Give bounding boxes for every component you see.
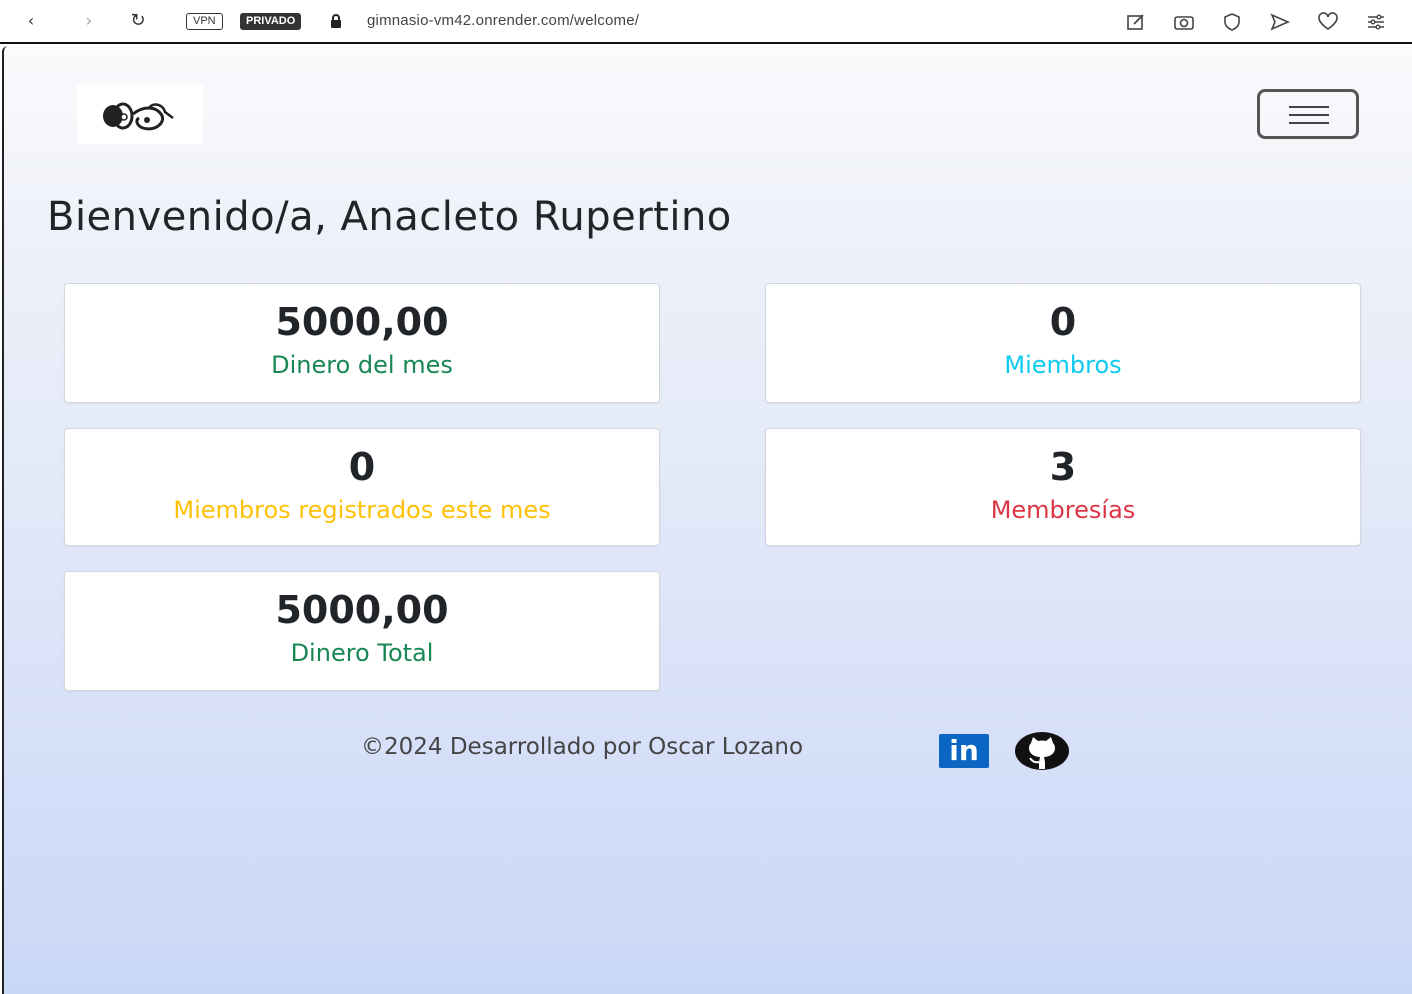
browser-toolbar: ‹ › ↻ VPN PRIVADO gimnasio-vm42.onrender… bbox=[0, 0, 1412, 44]
stat-value: 5000,00 bbox=[275, 300, 449, 344]
settings-sliders-icon[interactable] bbox=[1365, 11, 1387, 33]
gym-logo[interactable] bbox=[77, 84, 203, 144]
stat-label: Dinero del mes bbox=[271, 351, 453, 379]
dumbbell-logo-icon bbox=[103, 102, 174, 131]
back-icon[interactable]: ‹ bbox=[20, 10, 42, 32]
menu-toggle-button[interactable] bbox=[1257, 89, 1359, 139]
stat-label: Miembros bbox=[1004, 351, 1122, 379]
stat-value: 3 bbox=[1049, 445, 1077, 489]
stat-label: Miembros registrados este mes bbox=[173, 496, 551, 524]
page-body: Bienvenido/a, Anacleto Rupertino 5000,00… bbox=[2, 46, 1412, 994]
hamburger-icon bbox=[1289, 106, 1329, 124]
stat-value: 0 bbox=[348, 445, 376, 489]
forward-icon[interactable]: › bbox=[78, 10, 100, 32]
lock-icon[interactable] bbox=[330, 14, 342, 28]
private-badge: PRIVADO bbox=[240, 13, 302, 30]
stat-card-memberships: 3 Membresías bbox=[765, 428, 1361, 546]
github-icon[interactable] bbox=[1014, 731, 1070, 771]
reload-icon[interactable]: ↻ bbox=[127, 10, 149, 32]
vpn-badge[interactable]: VPN bbox=[186, 13, 223, 30]
stat-label: Membresías bbox=[990, 496, 1136, 524]
stat-card-members: 0 Miembros bbox=[765, 283, 1361, 403]
stat-card-monthly-money: 5000,00 Dinero del mes bbox=[64, 283, 660, 403]
edit-icon[interactable] bbox=[1125, 11, 1147, 33]
stat-card-new-members: 0 Miembros registrados este mes bbox=[64, 428, 660, 546]
stat-value: 5000,00 bbox=[275, 588, 449, 632]
linkedin-icon[interactable]: in bbox=[939, 734, 989, 768]
footer-credit: ©2024 Desarrollado por Oscar Lozano bbox=[361, 734, 804, 760]
shield-icon[interactable] bbox=[1221, 11, 1243, 33]
stat-value: 0 bbox=[1049, 300, 1077, 344]
stat-label: Dinero Total bbox=[290, 639, 434, 667]
page-title: Bienvenido/a, Anacleto Rupertino bbox=[47, 194, 732, 240]
address-bar[interactable]: gimnasio-vm42.onrender.com/welcome/ bbox=[367, 12, 639, 29]
send-icon[interactable] bbox=[1269, 11, 1291, 33]
heart-icon[interactable] bbox=[1317, 11, 1339, 33]
camera-icon[interactable] bbox=[1173, 11, 1195, 33]
stat-card-total-money: 5000,00 Dinero Total bbox=[64, 571, 660, 691]
